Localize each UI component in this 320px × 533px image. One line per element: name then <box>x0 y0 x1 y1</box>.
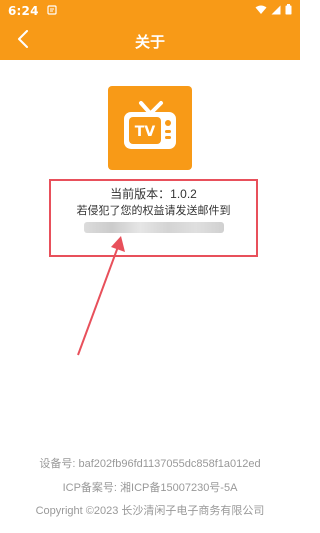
status-left-icons <box>47 4 57 18</box>
version-line: 当前版本：1.0.2 <box>110 187 197 202</box>
app-logo: TV <box>108 86 192 170</box>
back-button[interactable] <box>8 28 38 54</box>
wifi-icon <box>255 4 267 18</box>
battery-icon <box>285 4 292 18</box>
chevron-left-icon <box>17 30 29 52</box>
tv-icon: TV <box>121 100 179 156</box>
status-bar: 6:24 <box>0 0 300 22</box>
status-right-icons <box>255 4 292 18</box>
icp-line: ICP备案号: 湘ICP备15007230号-5A <box>0 479 300 495</box>
icp-value[interactable]: 湘ICP备15007230号-5A <box>120 482 237 494</box>
svg-text:TV: TV <box>135 124 156 140</box>
status-time: 6:24 <box>8 4 39 18</box>
notification-icon <box>47 4 57 18</box>
redacted-email <box>83 222 224 233</box>
version-value: 1.0.2 <box>170 187 197 201</box>
device-id-label: 设备号: <box>39 458 76 470</box>
signal-icon <box>271 4 281 18</box>
device-id-value: baf202fb96fd1137055dc858f1a012ed <box>78 458 261 470</box>
report-text: 若侵犯了您的权益请发送邮件到 <box>76 205 231 217</box>
device-id-line: 设备号: baf202fb96fd1137055dc858f1a012ed <box>0 455 300 471</box>
version-label: 当前版本： <box>110 187 171 201</box>
about-info-block: 当前版本：1.0.2 若侵犯了您的权益请发送邮件到 <box>49 179 258 257</box>
annotation-arrow <box>77 236 125 356</box>
page-title: 关于 <box>134 32 165 51</box>
icp-label: ICP备案号: <box>62 482 117 494</box>
copyright-text: Copyright ©2023 长沙清闲子电子商务有限公司 <box>35 505 265 517</box>
app-bar: 关于 <box>0 22 300 60</box>
